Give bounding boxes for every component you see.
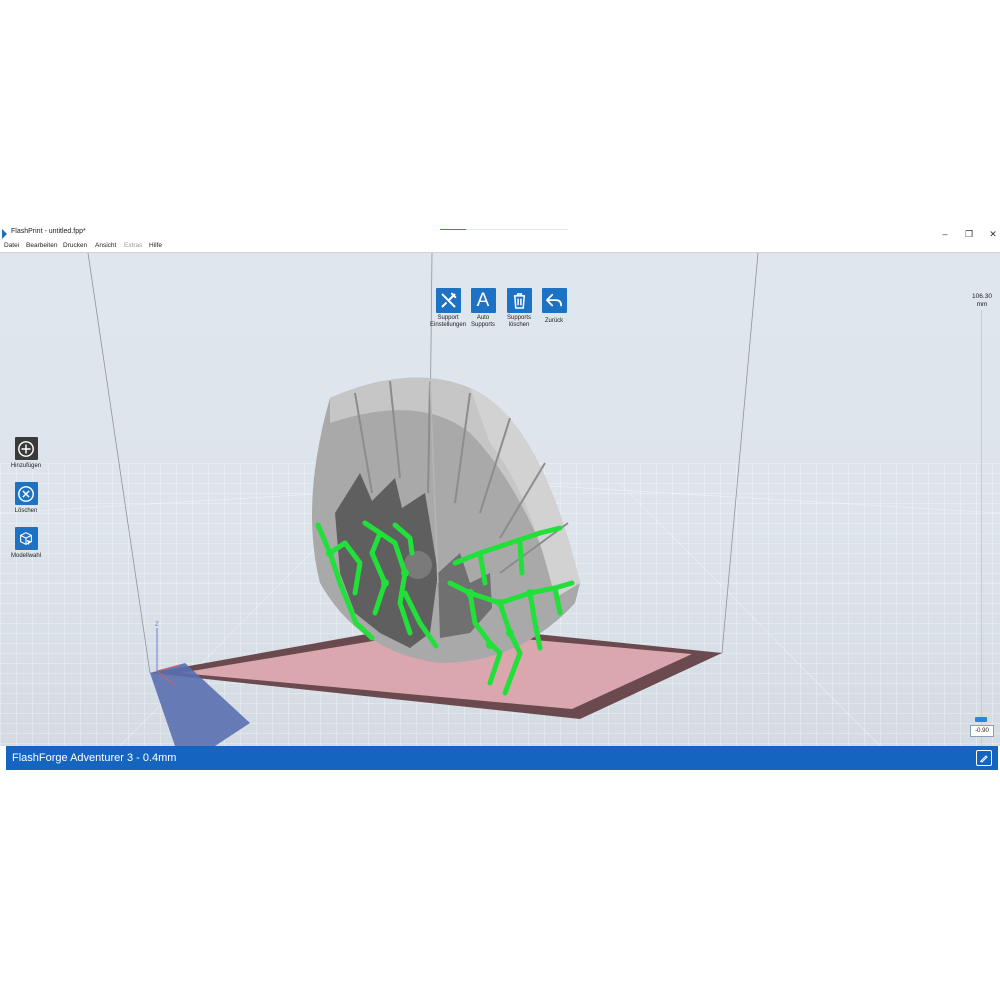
delete-label: Löschen: [14, 508, 38, 514]
3d-viewport[interactable]: Z Support Einstellungen A Auto Supports …: [0, 253, 1000, 746]
trash-icon: [513, 293, 525, 309]
menu-bar: Datei Bearbeiten Drucken Ansicht Extras …: [0, 241, 1000, 253]
flashprint-window: FlashPrint - untitled.fpp* – ❐ ✕ Datei B…: [0, 226, 1000, 772]
back-label: Zurück: [544, 318, 564, 324]
menu-edit[interactable]: Bearbeiten: [26, 242, 57, 249]
model-select-label: Modellwahl: [10, 553, 41, 559]
minimize-button[interactable]: –: [938, 228, 952, 240]
menu-print[interactable]: Drucken: [63, 242, 87, 249]
menu-file[interactable]: Datei: [4, 242, 19, 249]
slider-top-unit: mm: [976, 301, 988, 308]
menu-help[interactable]: Hilfe: [149, 242, 162, 249]
slider-bottom-value[interactable]: -0.90: [970, 725, 994, 737]
auto-supports-label: Auto Supports: [470, 315, 495, 328]
layer-slider-track[interactable]: [981, 310, 982, 746]
edit-icon: [980, 755, 988, 763]
auto-supports-button[interactable]: A Auto Supports: [465, 288, 501, 329]
close-button[interactable]: ✕: [986, 228, 1000, 240]
add-button[interactable]: Hinzufügen: [6, 437, 46, 469]
menu-view[interactable]: Ansicht: [95, 242, 116, 249]
support-settings-button[interactable]: Support Einstellungen: [430, 288, 466, 329]
title-accent-line: [440, 229, 466, 230]
restore-button[interactable]: ❐: [962, 228, 976, 240]
z-axis-label: Z: [155, 622, 159, 628]
slider-top-readout: 106.30 mm: [964, 293, 1000, 309]
model-select-button[interactable]: Modellwahl: [6, 527, 46, 559]
back-button[interactable]: Zurück: [536, 288, 572, 325]
printer-name: FlashForge Adventurer 3 - 0.4mm: [12, 752, 177, 764]
delete-button[interactable]: Löschen: [6, 482, 46, 514]
x-circle-icon: [18, 485, 34, 502]
window-title: FlashPrint - untitled.fpp*: [11, 228, 86, 235]
layer-slider-handle[interactable]: [975, 717, 987, 722]
undo-arrow-icon: [546, 293, 562, 306]
plus-circle-icon: [18, 440, 34, 457]
letter-a-icon: A: [476, 289, 490, 311]
flashprint-logo-icon: [2, 229, 7, 239]
delete-supports-button[interactable]: Supports löschen: [501, 288, 537, 329]
menu-extras[interactable]: Extras: [124, 242, 142, 249]
slider-top-value: 106.30: [972, 293, 992, 300]
add-label: Hinzufügen: [10, 463, 42, 469]
title-accent-line-gray: [466, 229, 568, 230]
status-bar: FlashForge Adventurer 3 - 0.4mm: [6, 746, 998, 770]
support-settings-label: Support Einstellungen: [430, 315, 467, 328]
delete-supports-label: Supports löschen: [506, 315, 531, 328]
cube-cursor-icon: [20, 531, 33, 545]
wrench-screwdriver-icon: [441, 292, 456, 308]
title-bar: FlashPrint - untitled.fpp* – ❐ ✕: [0, 226, 1000, 242]
support-toolbar: Support Einstellungen A Auto Supports Su…: [430, 288, 570, 338]
edit-button[interactable]: [976, 750, 992, 766]
